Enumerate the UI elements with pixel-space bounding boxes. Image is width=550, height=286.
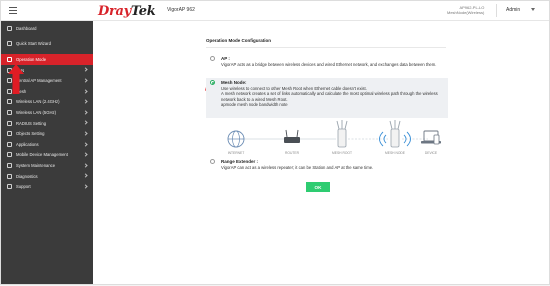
option-ap-desc: VigorAP acts as a bridge between wireles…	[221, 62, 437, 67]
router-icon	[284, 129, 300, 143]
internet-icon	[227, 130, 245, 148]
option-mesh-node-title: Mesh Node:	[221, 80, 247, 85]
option-range-extender-title: Range Extender :	[221, 159, 259, 164]
mesh-node-icon	[379, 120, 411, 148]
label-device: DEVICE	[424, 151, 438, 155]
mesh-desc-line-3: apmode mesh node bandwidth note	[221, 101, 288, 107]
mesh-topology-diagram: INTERNET ROUTER MESH ROOT MESH NODE DEVI…	[220, 117, 444, 157]
radio-mesh-node[interactable]	[210, 80, 215, 85]
app-window: DrayTek VigorAP 962 AP962-PL-LO MeshNode…	[0, 0, 550, 285]
label-mesh-root: MESH ROOT	[332, 151, 352, 155]
section-title: Operation Mode Configuration	[206, 38, 271, 43]
option-range-extender-desc: VigorAP can act as a wireless repeater; …	[221, 165, 374, 170]
section-divider	[206, 47, 446, 48]
mesh-root-icon	[336, 120, 348, 148]
ok-button[interactable]: OK	[306, 182, 330, 192]
radio-range-extender[interactable]	[210, 159, 215, 164]
label-internet: INTERNET	[227, 151, 245, 155]
label-router: ROUTER	[285, 151, 299, 155]
option-ap-title: AP :	[221, 56, 230, 61]
mesh-desc-line-2: A mesh network creates a set of links au…	[221, 91, 438, 102]
option-mesh-node-desc: Use wireless to connect to other Mesh Ro…	[221, 86, 446, 107]
radio-ap[interactable]	[210, 56, 215, 61]
device-icon	[421, 130, 441, 145]
label-mesh-node: MESH NODE	[385, 151, 405, 155]
